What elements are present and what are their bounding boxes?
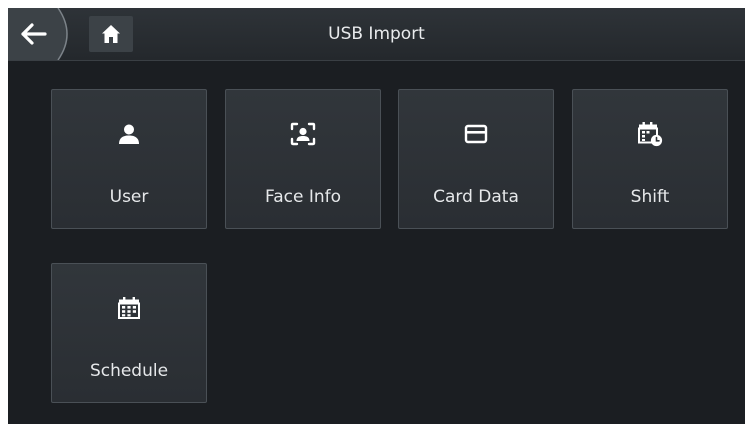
header-bar: USB Import: [8, 8, 745, 61]
schedule-tile-label: Schedule: [89, 361, 169, 381]
user-tile-label: User: [109, 187, 149, 207]
shift-tile-label: Shift: [630, 187, 670, 207]
usb-import-screen: USB Import User Face Info Card Data Shif…: [8, 8, 745, 424]
schedule-tile[interactable]: Schedule: [51, 263, 207, 403]
back-arrow-icon: [8, 8, 68, 60]
home-icon: [102, 25, 120, 43]
face-info-tile[interactable]: Face Info: [225, 89, 381, 229]
card-icon: [399, 122, 553, 146]
calendar-clock-icon: [573, 122, 727, 147]
back-button[interactable]: [8, 8, 74, 60]
calendar-icon: [52, 296, 206, 320]
face-scan-icon: [226, 122, 380, 146]
card-data-tile-label: Card Data: [433, 187, 519, 207]
user-icon: [52, 122, 206, 146]
user-tile[interactable]: User: [51, 89, 207, 229]
shift-tile[interactable]: Shift: [572, 89, 728, 229]
face-info-tile-label: Face Info: [264, 187, 342, 207]
home-button[interactable]: [89, 16, 133, 52]
card-data-tile[interactable]: Card Data: [398, 89, 554, 229]
